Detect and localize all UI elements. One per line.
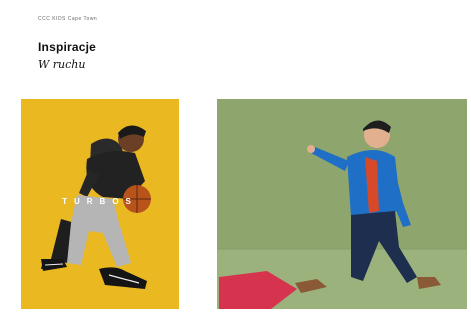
page: CCC KIDS Cape Town Inspiracje W ruchu TU… xyxy=(0,0,471,322)
page-subtitle: W ruchu xyxy=(38,58,86,71)
inspiration-card-basketball[interactable]: TURBOS xyxy=(21,99,179,309)
page-kicker: CCC KIDS Cape Town xyxy=(38,16,98,22)
inspiration-card-blue-jacket[interactable] xyxy=(217,99,467,309)
page-title: Inspiracje xyxy=(38,40,97,54)
blue-jacket-kid-photo xyxy=(217,99,467,309)
brand-overlay-text: TURBOS xyxy=(62,197,138,206)
